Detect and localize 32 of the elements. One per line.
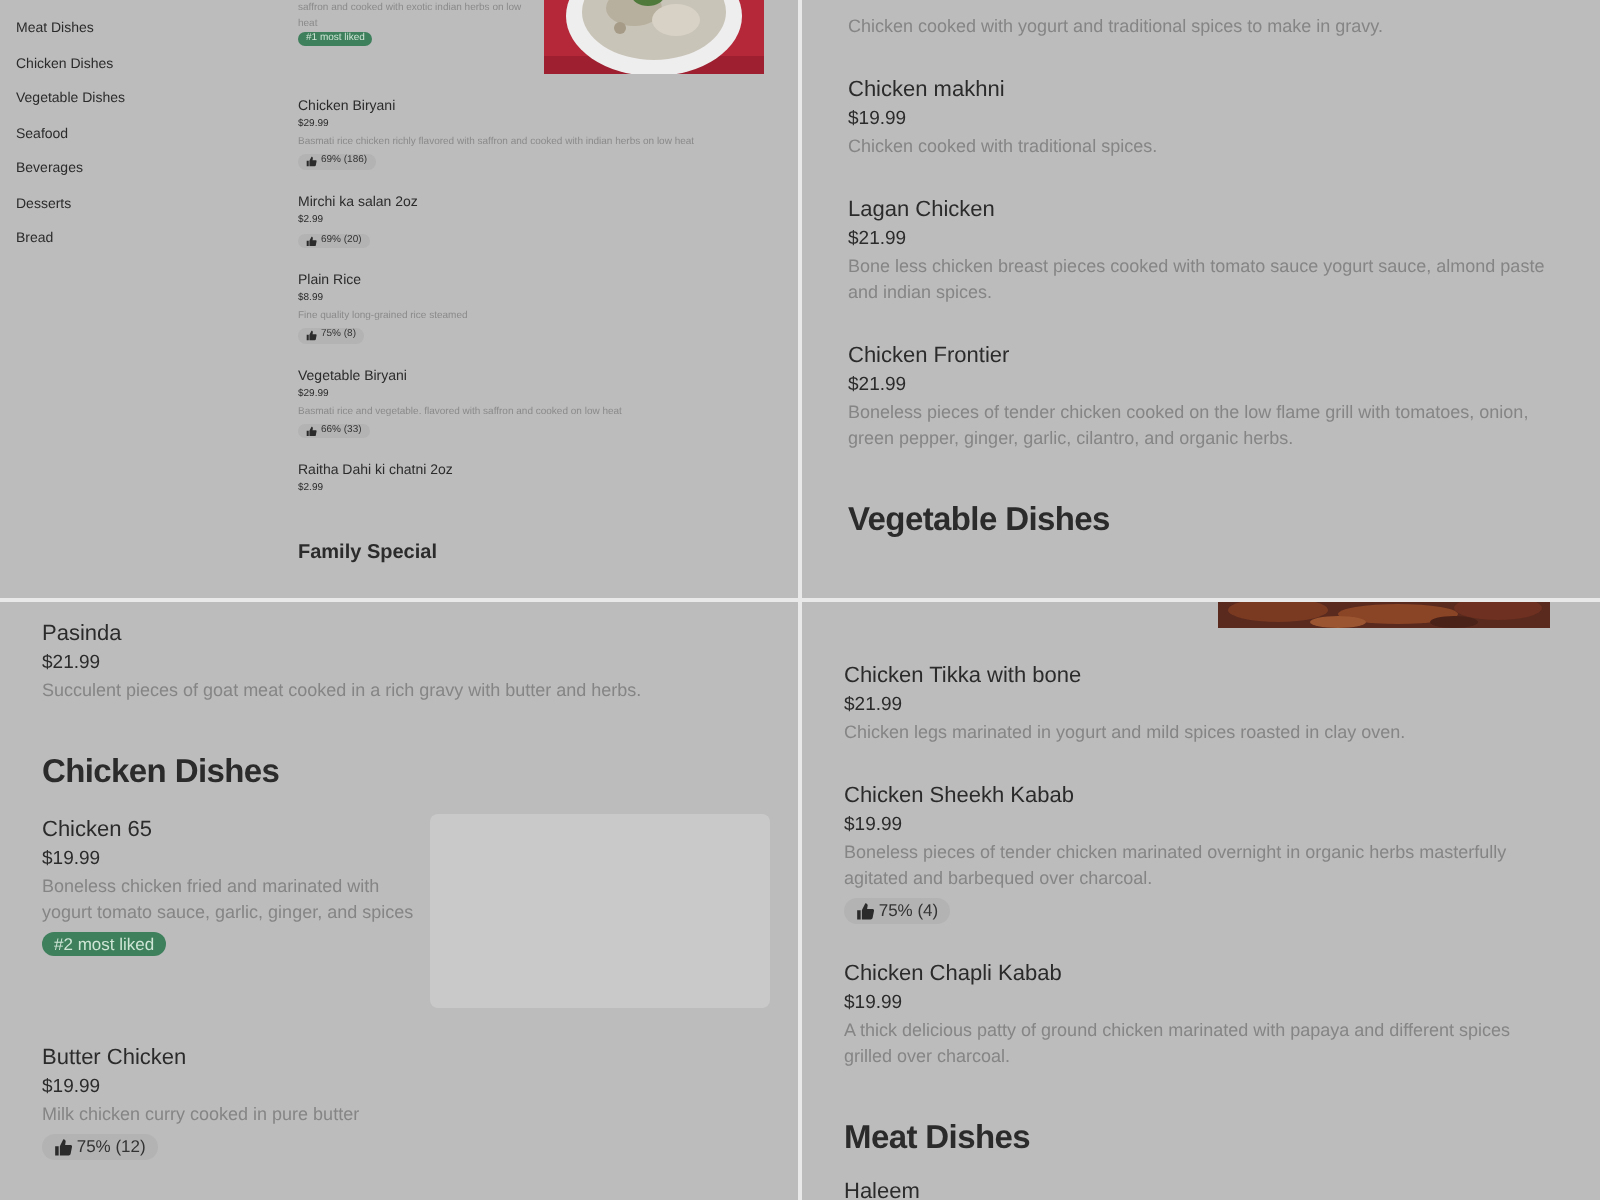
item-price: $21.99 (848, 372, 909, 400)
thumbs-up-icon (306, 425, 317, 436)
item-price: $21.99 (844, 692, 905, 720)
item-name[interactable]: Chicken makhni (848, 74, 1552, 106)
item-name[interactable]: Chicken Sheekh Kabab (844, 780, 1552, 812)
item-name[interactable]: Chicken Tikka with bone (844, 660, 1552, 692)
item-price: $21.99 (848, 226, 909, 254)
item-price: $21.99 (42, 650, 103, 678)
item-name[interactable]: Lagan Chicken (848, 194, 1552, 226)
rating-pill: 75% (12) (42, 1133, 158, 1161)
thumbs-up-icon (306, 156, 317, 167)
section-heading: Chicken Dishes (42, 752, 282, 794)
thumbs-up-icon (54, 1137, 73, 1157)
item-price: $19.99 (844, 990, 905, 1019)
item-name[interactable]: Chicken 65 (42, 813, 418, 846)
section-heading: Meat Dishes (844, 1118, 1032, 1161)
item-name[interactable]: Pasinda (42, 618, 770, 650)
item-price: $19.99 (844, 812, 905, 840)
item-name[interactable]: Chicken Frontier (848, 340, 1552, 372)
item-price: $19.99 (42, 845, 103, 874)
thumbs-up-icon (856, 902, 875, 921)
item-name[interactable]: Chicken Chapli Kabab (844, 958, 1552, 991)
most-liked-badge: #2 most liked (42, 931, 167, 957)
item-price: $19.99 (848, 106, 909, 134)
rating-pill: 75% (4) (844, 898, 951, 925)
item-name[interactable]: Butter Chicken (42, 1041, 770, 1074)
section-heading: Vegetable Dishes (848, 500, 1112, 542)
thumbs-up-icon (306, 235, 317, 246)
section-heading: Family Special (298, 540, 439, 568)
item-name[interactable]: Haleem (844, 1180, 1552, 1200)
thumbs-up-icon (306, 330, 317, 341)
item-price: $19.99 (42, 1073, 103, 1102)
